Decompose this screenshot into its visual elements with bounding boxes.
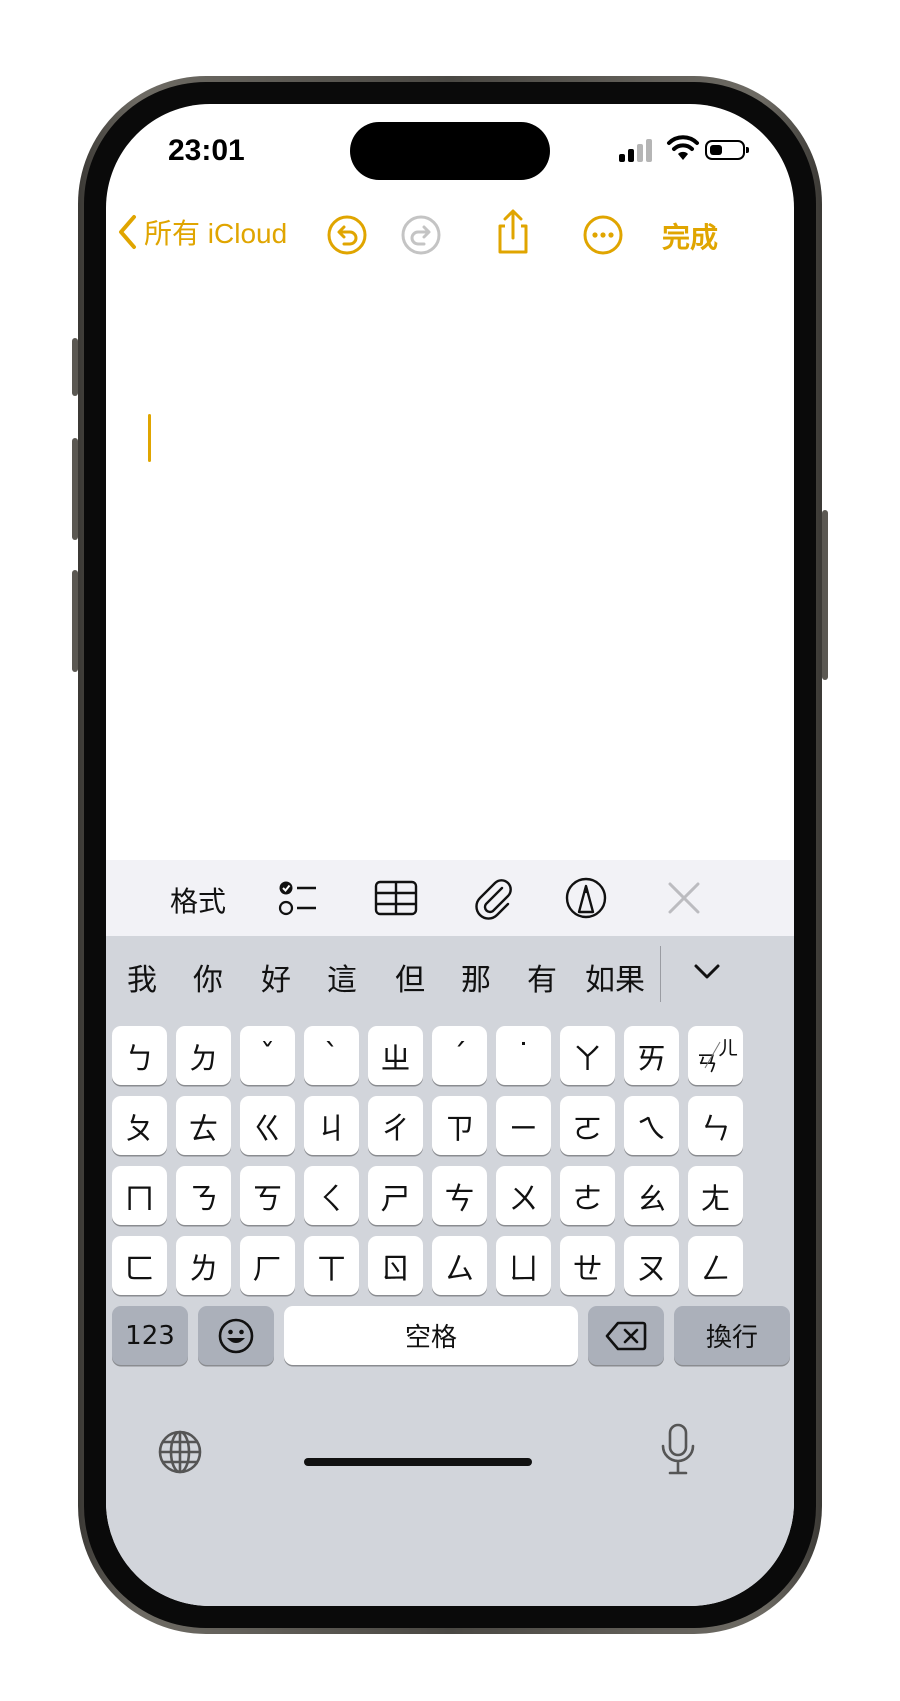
- key[interactable]: ㄥ: [688, 1236, 743, 1295]
- candidate-word[interactable]: 那: [452, 955, 500, 999]
- candidate-word[interactable]: 好: [252, 955, 300, 999]
- emoji-icon: [218, 1318, 254, 1353]
- candidate-word[interactable]: 如果: [580, 955, 650, 999]
- key[interactable]: ㄙ: [432, 1236, 487, 1295]
- key[interactable]: ㄩ: [496, 1236, 551, 1295]
- candidate-word[interactable]: 有: [518, 955, 566, 999]
- close-icon[interactable]: [662, 876, 706, 920]
- key[interactable]: ㄒ: [304, 1236, 359, 1295]
- candidate-word[interactable]: 你: [184, 955, 232, 999]
- key[interactable]: ㄐ: [304, 1096, 359, 1155]
- candidate-divider: [660, 946, 661, 1002]
- cellular-signal-icon: [619, 138, 655, 162]
- volume-down-button: [72, 570, 78, 672]
- key[interactable]: ˙: [496, 1026, 551, 1085]
- delete-icon: [605, 1321, 647, 1350]
- key[interactable]: ㄑ: [304, 1166, 359, 1225]
- key[interactable]: ㄔ: [368, 1096, 423, 1155]
- screen: 23:01 所有 iCloud 完成 格式 我 你 好 這 但 那 有 如果 ㄅ…: [106, 104, 794, 1606]
- markup-icon[interactable]: [564, 876, 608, 920]
- key[interactable]: ㄏ: [240, 1236, 295, 1295]
- key[interactable]: ㄞ: [624, 1026, 679, 1085]
- key[interactable]: ㄘ: [432, 1166, 487, 1225]
- navigation-bar: 所有 iCloud 完成: [106, 204, 794, 264]
- checklist-icon[interactable]: [276, 876, 320, 920]
- candidate-word[interactable]: 我: [118, 955, 166, 999]
- key[interactable]: ㄉ: [176, 1026, 231, 1085]
- more-icon[interactable]: [582, 214, 624, 256]
- key[interactable]: ˋ: [304, 1026, 359, 1085]
- format-toolbar: 格式: [106, 860, 794, 936]
- globe-icon[interactable]: [156, 1428, 204, 1476]
- note-body[interactable]: [106, 274, 794, 860]
- key[interactable]: ㄝ: [560, 1236, 615, 1295]
- home-indicator: [304, 1458, 532, 1466]
- return-key[interactable]: 換行: [674, 1306, 790, 1365]
- share-icon[interactable]: [492, 208, 534, 256]
- candidate-word[interactable]: 但: [386, 955, 434, 999]
- key[interactable]: ㄋ: [176, 1166, 231, 1225]
- key[interactable]: ㄤ: [688, 1166, 743, 1225]
- key[interactable]: ㄧ: [496, 1096, 551, 1155]
- key[interactable]: ㄟ: [624, 1096, 679, 1155]
- chevron-left-icon: [119, 215, 136, 249]
- table-icon[interactable]: [374, 876, 418, 920]
- key[interactable]: ㄍ: [240, 1096, 295, 1155]
- done-button[interactable]: 完成: [662, 216, 718, 256]
- emoji-key[interactable]: [198, 1306, 274, 1365]
- status-time: 23:01: [168, 134, 245, 167]
- candidate-word[interactable]: 這: [318, 955, 366, 999]
- paperclip-icon[interactable]: [472, 876, 516, 920]
- key[interactable]: ㄗ: [432, 1096, 487, 1155]
- key[interactable]: ㄠ: [624, 1166, 679, 1225]
- key[interactable]: ㄛ: [560, 1096, 615, 1155]
- key[interactable]: ˊ: [432, 1026, 487, 1085]
- delete-key[interactable]: [588, 1306, 664, 1365]
- undo-icon[interactable]: [326, 214, 368, 256]
- key[interactable]: ㄜ: [560, 1166, 615, 1225]
- key[interactable]: ㄓ: [368, 1026, 423, 1085]
- key[interactable]: ㄇ: [112, 1166, 167, 1225]
- key[interactable]: ㄕ: [368, 1166, 423, 1225]
- back-label: 所有 iCloud: [144, 218, 288, 249]
- action-button: [72, 338, 78, 396]
- format-button[interactable]: 格式: [170, 880, 226, 920]
- power-button: [822, 510, 828, 680]
- chevron-down-icon[interactable]: [691, 956, 723, 988]
- key[interactable]: ㄚ: [560, 1026, 615, 1085]
- key-alt-symbol: ㄦ: [718, 1036, 738, 1060]
- key[interactable]: ˇ: [240, 1026, 295, 1085]
- redo-icon[interactable]: [400, 214, 442, 256]
- key[interactable]: ㄨ: [496, 1166, 551, 1225]
- wifi-icon: [667, 135, 699, 160]
- key[interactable]: ㄖ: [368, 1236, 423, 1295]
- numbers-key[interactable]: 123: [112, 1306, 188, 1365]
- volume-up-button: [72, 438, 78, 540]
- back-button[interactable]: 所有 iCloud: [116, 212, 287, 252]
- key[interactable]: ㄆ: [112, 1096, 167, 1155]
- key[interactable]: ㄎ: [240, 1166, 295, 1225]
- key[interactable]: ㄡ: [624, 1236, 679, 1295]
- key[interactable]: ㄣ: [688, 1096, 743, 1155]
- key[interactable]: ㄌ: [176, 1236, 231, 1295]
- key[interactable]: ㄈ: [112, 1236, 167, 1295]
- microphone-icon[interactable]: [658, 1422, 698, 1478]
- key-an-er[interactable]: ㄢ ㄦ: [688, 1026, 743, 1085]
- keyboard: 我 你 好 這 但 那 有 如果 ㄅ ㄉ ˇ ˋ ㄓ ˊ ˙ ㄚ ㄞ ㄢ ㄦ ㄆ…: [106, 936, 794, 1606]
- key[interactable]: ㄅ: [112, 1026, 167, 1085]
- dynamic-island: [350, 122, 550, 180]
- battery-icon: [705, 140, 749, 160]
- space-key[interactable]: 空格: [284, 1306, 578, 1365]
- key[interactable]: ㄊ: [176, 1096, 231, 1155]
